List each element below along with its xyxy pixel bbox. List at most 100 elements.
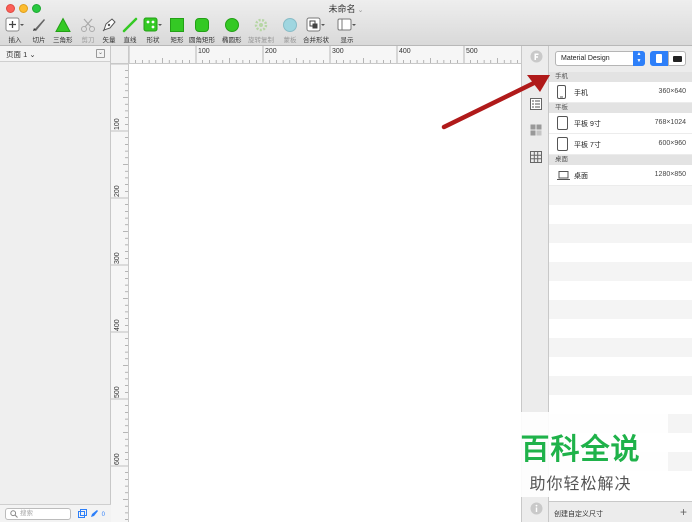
search-icon (10, 510, 18, 522)
ruler-label: 400 (399, 48, 411, 55)
preset-size: 768×1024 (654, 119, 686, 126)
rectangle-icon (169, 16, 185, 33)
ruler-label: 600 (114, 453, 121, 465)
pages-panel: 页面 1 ⌄ ⌄ 搜索 0 (0, 46, 111, 522)
toolbar-rectangle-button[interactable]: 矩形 (169, 16, 185, 44)
toolbar-mask-label: 蒙板 (283, 37, 297, 44)
preset-size: 360×640 (658, 88, 686, 95)
ruler-label: 400 (114, 319, 121, 331)
toolbar-rotate-copy-label: 旋转复制 (248, 37, 274, 44)
vertical-ruler[interactable]: 100 200 300 400 500 600 (111, 64, 129, 522)
add-page-button[interactable]: ⌄ (96, 49, 105, 58)
toolbar-line-label: 直线 (123, 37, 137, 44)
ruler-label: 200 (265, 48, 277, 55)
triangle-icon (54, 16, 71, 33)
toolbar-line-button[interactable]: 直线 (122, 16, 138, 44)
watermark-subtitle: 助你轻松解决 (529, 474, 632, 493)
components-grid-icon[interactable] (528, 122, 544, 138)
toolbar-rectangle-label: 矩形 (170, 37, 184, 44)
toolbar-ellipse-button[interactable]: 椭圆形 (222, 16, 242, 44)
ruler-label: 100 (114, 118, 121, 130)
create-custom-size-label[interactable]: 创建自定义尺寸 (554, 509, 603, 519)
portrait-orientation-button[interactable] (650, 51, 668, 66)
inspector-toggle-icon[interactable] (528, 48, 544, 64)
layout-grid-icon[interactable] (528, 149, 544, 165)
toolbar-view-button[interactable]: 显示 (337, 16, 357, 44)
list-stripe (549, 205, 692, 224)
list-stripe (549, 319, 692, 338)
toolbar-rounded-rectangle-button[interactable]: 圆角矩形 (189, 16, 215, 44)
add-custom-size-button[interactable]: + (680, 505, 687, 519)
list-stripe (549, 300, 692, 319)
ruler-label: 300 (114, 252, 121, 264)
design-canvas[interactable] (129, 64, 521, 522)
pages-header: 页面 1 ⌄ ⌄ (0, 46, 110, 62)
artboard-presets-icon[interactable] (528, 96, 544, 112)
slice-knife-icon (31, 16, 47, 33)
chevron-down-icon: ⌄ (29, 50, 36, 59)
toolbar-mask-button[interactable]: 蒙板 (282, 16, 298, 44)
toolbar-triangle-label: 三角形 (53, 37, 73, 44)
ruler-label: 500 (114, 386, 121, 398)
group-header-desktop: 桌面 (549, 155, 692, 165)
toolbar-rounded-rectangle-label: 圆角矩形 (189, 37, 215, 44)
list-stripe (549, 338, 692, 357)
toolbar-vector-button[interactable]: 矢量 (101, 16, 117, 44)
list-stripe (549, 186, 692, 205)
dropdown-stepper-icon: ▲ ▼ (633, 51, 645, 66)
ruler-label: 200 (114, 185, 121, 197)
preset-row-tablet-9[interactable]: 平板 9寸 768×1024 (549, 113, 692, 134)
view-icon (337, 16, 357, 33)
toolbar-combine-shapes-button[interactable]: 合并形状 (303, 16, 329, 44)
watermark-title: 百科全说 (520, 432, 641, 466)
layer-copy-icon[interactable] (77, 509, 87, 520)
watermark: 百科全说 助你轻松解决 (493, 412, 668, 497)
toolbar-triangle-button[interactable]: 三角形 (53, 16, 73, 44)
preset-dropdown[interactable]: Material Design ▲ ▼ (555, 51, 645, 66)
preset-row-desktop[interactable]: 桌面 1280×850 (549, 165, 692, 186)
rotate-copy-icon (253, 16, 269, 33)
toolbar-shape-button[interactable]: 形状 (143, 16, 163, 44)
phone-icon (557, 85, 566, 101)
ruler-corner (111, 46, 129, 64)
landscape-orientation-button[interactable] (668, 51, 686, 66)
search-placeholder: 搜索 (20, 510, 33, 517)
toolbar-slice-label: 切片 (32, 37, 46, 44)
page-selector[interactable]: 页面 1 ⌄ (6, 49, 36, 60)
title-bar: 未命名 ⌄ 插入 切片 三角形 剪刀 矢量 直线 形状 矩形 圆角矩形 椭圆形 … (0, 0, 692, 46)
zero-count-icon: 0 (101, 511, 105, 518)
horizontal-ruler[interactable]: 100 200 300 400 500 (111, 46, 521, 64)
toolbar-ellipse-label: 椭圆形 (222, 37, 242, 44)
toolbar-slice-button[interactable]: 切片 (31, 16, 47, 44)
toolbar-shape-label: 形状 (146, 37, 160, 44)
toolbar-insert-label: 插入 (8, 37, 22, 44)
preset-name: 桌面 (574, 173, 588, 180)
list-stripe (549, 224, 692, 243)
portrait-icon (656, 54, 662, 63)
ruler-label: 300 (332, 48, 344, 55)
line-icon (122, 16, 138, 33)
scissors-icon (80, 16, 96, 33)
list-stripe (549, 243, 692, 262)
ellipse-icon (224, 16, 240, 33)
rounded-rectangle-icon (194, 16, 210, 33)
info-icon[interactable] (528, 500, 544, 516)
shape-icon (143, 16, 163, 33)
pages-footer: 搜索 0 (0, 504, 111, 522)
tablet-icon (557, 137, 568, 153)
laptop-icon (557, 171, 570, 182)
toolbar-scissors-button[interactable]: 剪刀 (80, 16, 96, 44)
preset-row-tablet-7[interactable]: 平板 7寸 600×960 (549, 134, 692, 155)
list-stripe (549, 376, 692, 395)
vector-pen-icon (101, 16, 117, 33)
group-header-tablet: 平板 (549, 103, 692, 113)
preset-row-phone[interactable]: 手机 360×640 (549, 82, 692, 103)
toolbar-rotate-copy-button[interactable]: 旋转复制 (248, 16, 274, 44)
toolbar-insert-button[interactable]: 插入 (5, 16, 25, 44)
layer-search-input[interactable]: 搜索 (5, 508, 71, 520)
group-header-phone: 手机 (549, 72, 692, 82)
document-title[interactable]: 未命名 ⌄ (0, 2, 692, 15)
pen-edit-icon[interactable] (90, 509, 99, 520)
toolbar-vector-label: 矢量 (102, 37, 116, 44)
preset-size: 1280×850 (654, 171, 686, 178)
